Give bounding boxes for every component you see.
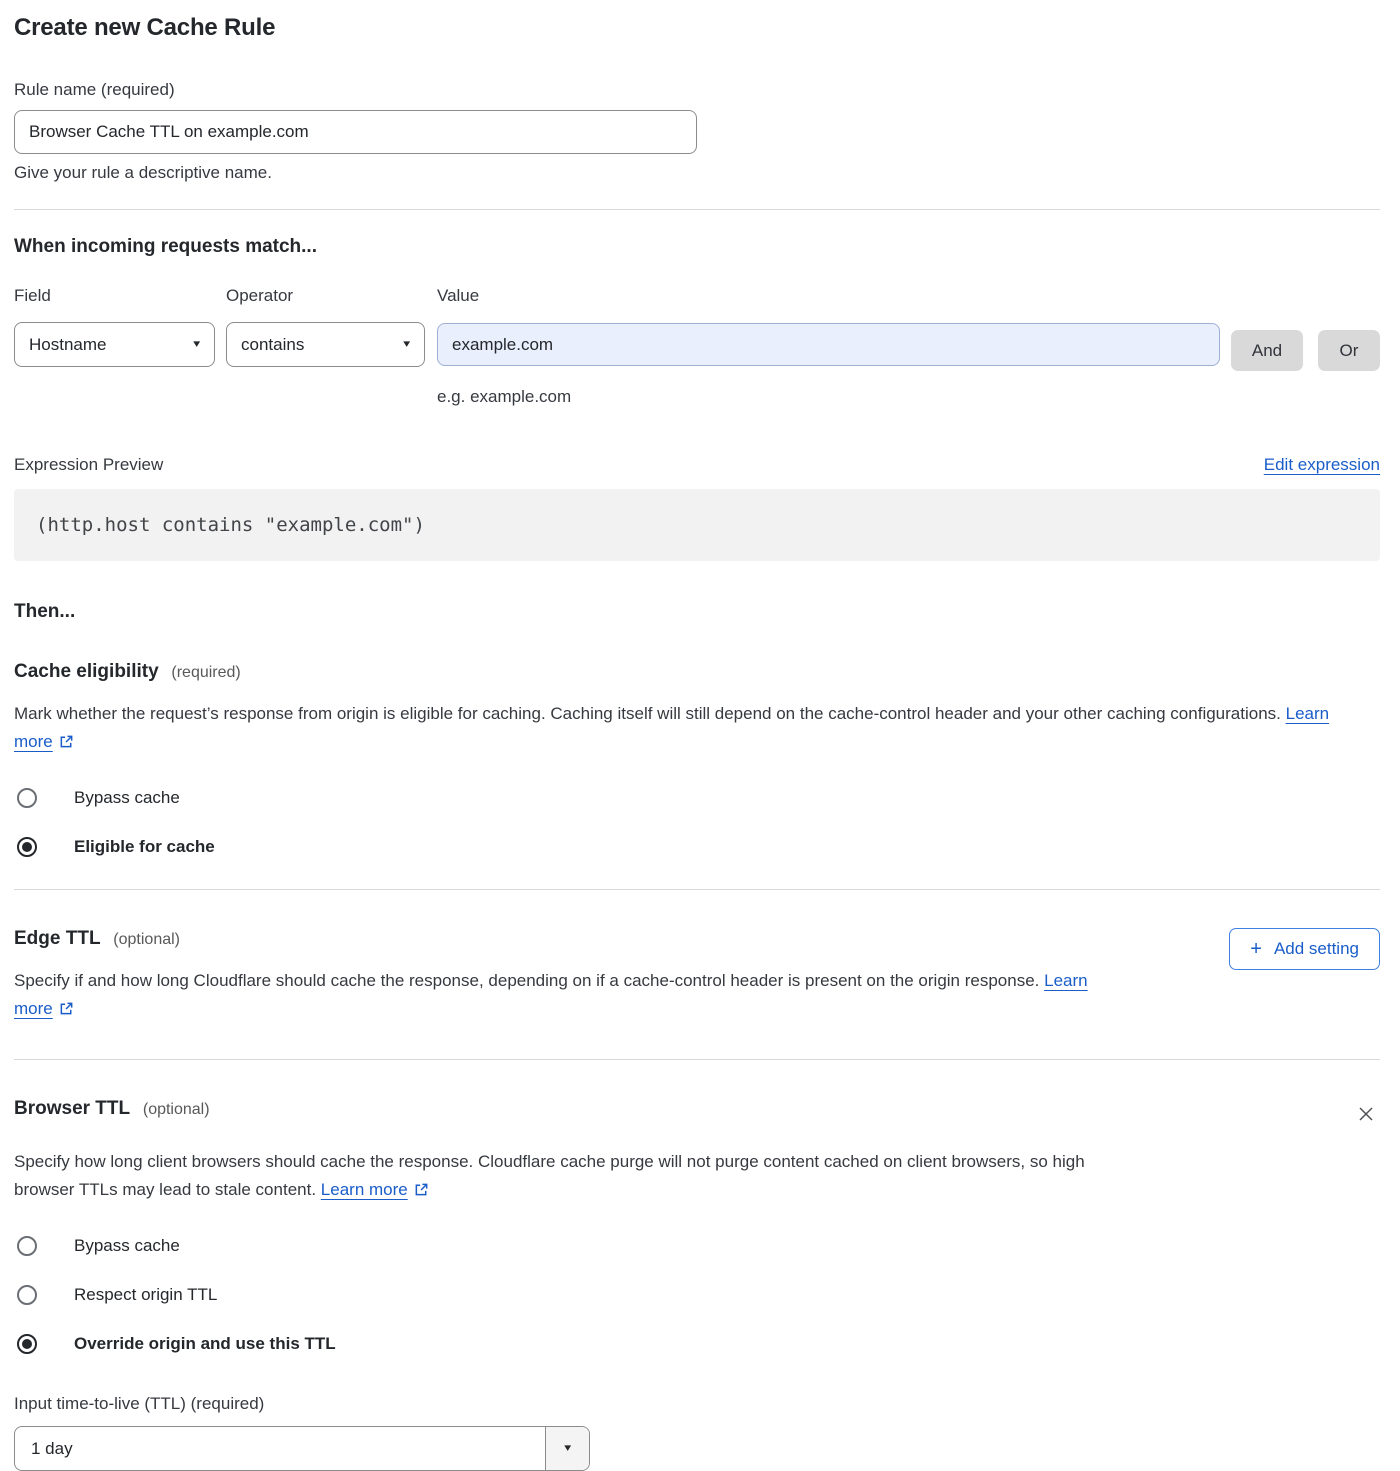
radio-label: Override origin and use this TTL [74, 1334, 336, 1354]
radio-label: Eligible for cache [74, 837, 215, 857]
browser-ttl-description-text: Specify how long client browsers should … [14, 1152, 1085, 1199]
operator-label: Operator [226, 286, 425, 306]
browser-ttl-heading: Browser TTL [14, 1098, 130, 1119]
match-section: When incoming requests match... Field Ho… [14, 236, 1380, 407]
cache-eligibility-section: Cache eligibility (required) Mark whethe… [14, 661, 1380, 857]
operator-select-value: contains [241, 335, 304, 355]
radio-label: Bypass cache [74, 1236, 180, 1256]
external-link-icon [59, 730, 74, 758]
value-label: Value [437, 286, 1220, 306]
cache-eligibility-options: Bypass cache Eligible for cache [14, 788, 1380, 857]
match-heading: When incoming requests match... [14, 236, 1380, 258]
radio-circle [17, 1334, 37, 1354]
ttl-select-arrow[interactable]: ▾ [545, 1427, 589, 1470]
chevron-down-icon: ▾ [404, 339, 411, 350]
radio-circle [17, 837, 37, 857]
divider [14, 1059, 1380, 1060]
edge-ttl-section: Edge TTL (optional) Specify if and how l… [14, 928, 1380, 1025]
field-select[interactable]: Hostname ▾ [14, 322, 215, 367]
divider [14, 889, 1380, 890]
expression-preview-label: Expression Preview [14, 455, 163, 475]
ttl-select-value: 1 day [15, 1427, 545, 1470]
radio-label: Respect origin TTL [74, 1285, 217, 1305]
value-input[interactable] [437, 323, 1220, 366]
field-label: Field [14, 286, 215, 306]
browser-ttl-description: Specify how long client browsers should … [14, 1148, 1114, 1206]
and-button[interactable]: And [1231, 330, 1303, 371]
edge-ttl-description: Specify if and how long Cloudflare shoul… [14, 967, 1114, 1025]
create-cache-rule-page: Create new Cache Rule Rule name (require… [0, 0, 1400, 1471]
edge-ttl-heading: Edge TTL [14, 928, 101, 949]
radio-bypass-cache[interactable]: Bypass cache [14, 1236, 1380, 1256]
close-icon[interactable] [1352, 1100, 1380, 1131]
browser-ttl-section: Browser TTL (optional) Specify how long … [14, 1098, 1380, 1471]
ttl-select[interactable]: 1 day ▾ [14, 1426, 590, 1471]
chevron-down-icon: ▾ [194, 339, 201, 350]
cache-eligibility-required-tag: (required) [171, 664, 240, 681]
cache-eligibility-description-text: Mark whether the request’s response from… [14, 704, 1281, 723]
page-title: Create new Cache Rule [14, 14, 1380, 42]
browser-ttl-options: Bypass cache Respect origin TTL Override… [14, 1236, 1380, 1354]
radio-override-origin-ttl[interactable]: Override origin and use this TTL [14, 1334, 1380, 1354]
rule-name-help: Give your rule a descriptive name. [14, 163, 1380, 183]
browser-ttl-learn-more-link[interactable]: Learn more [321, 1180, 408, 1199]
or-button[interactable]: Or [1318, 330, 1380, 371]
divider [14, 209, 1380, 210]
plus-icon: + [1250, 939, 1262, 959]
expression-code: (http.host contains "example.com") [36, 514, 425, 536]
edge-ttl-description-text: Specify if and how long Cloudflare shoul… [14, 971, 1039, 990]
add-setting-button[interactable]: + Add setting [1229, 928, 1380, 970]
edit-expression-link[interactable]: Edit expression [1264, 455, 1380, 475]
cache-eligibility-description: Mark whether the request’s response from… [14, 700, 1359, 758]
external-link-icon [59, 997, 74, 1025]
cache-eligibility-heading: Cache eligibility [14, 661, 159, 682]
edge-ttl-optional-tag: (optional) [113, 931, 180, 948]
radio-circle [17, 1285, 37, 1305]
ttl-input-label: Input time-to-live (TTL) (required) [14, 1394, 1380, 1414]
radio-circle [17, 788, 37, 808]
expression-code-block: (http.host contains "example.com") [14, 489, 1380, 561]
radio-eligible-for-cache[interactable]: Eligible for cache [14, 837, 1380, 857]
rule-name-label: Rule name (required) [14, 80, 1380, 100]
radio-bypass-cache[interactable]: Bypass cache [14, 788, 1380, 808]
radio-label: Bypass cache [74, 788, 180, 808]
chevron-down-icon: ▾ [564, 1443, 571, 1454]
then-heading: Then... [14, 601, 1380, 623]
rule-name-input[interactable] [14, 110, 697, 154]
external-link-icon [414, 1178, 429, 1206]
operator-select[interactable]: contains ▾ [226, 322, 425, 367]
value-help: e.g. example.com [437, 387, 1380, 407]
browser-ttl-optional-tag: (optional) [143, 1101, 210, 1118]
radio-circle [17, 1236, 37, 1256]
add-setting-label: Add setting [1274, 939, 1359, 959]
field-select-value: Hostname [29, 335, 106, 355]
radio-respect-origin-ttl[interactable]: Respect origin TTL [14, 1285, 1380, 1305]
